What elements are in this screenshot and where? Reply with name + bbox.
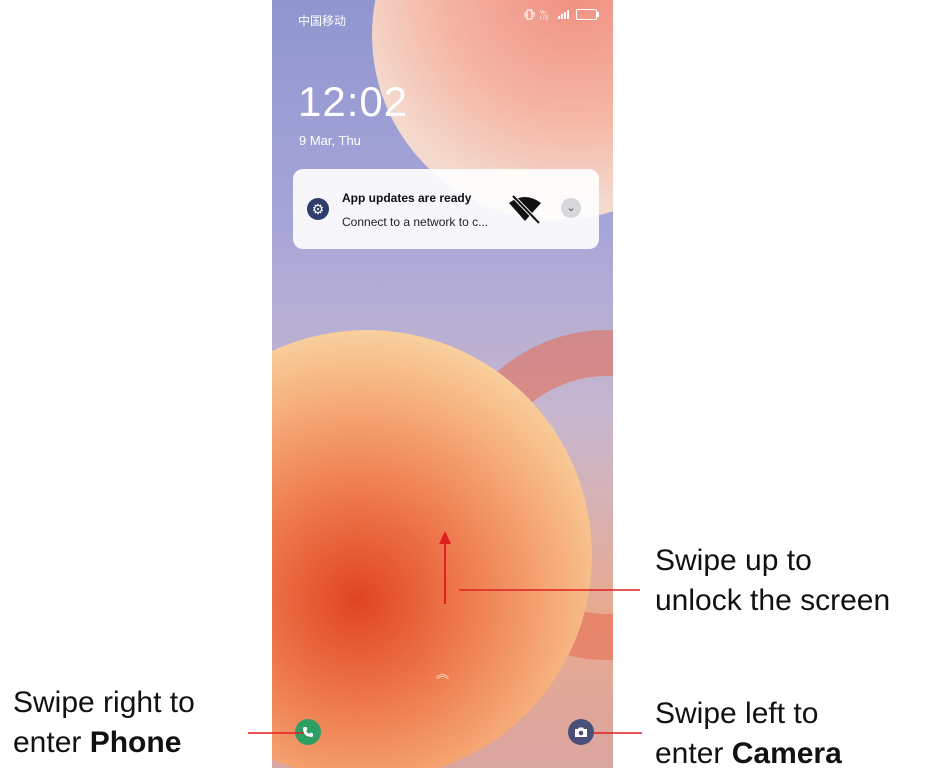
- callout-lines: [248, 531, 642, 734]
- phone-callout-line1: Swipe right to: [13, 686, 195, 719]
- camera-callout-line1: Swipe left to: [655, 697, 819, 730]
- unlock-callout-line2: unlock the screen: [655, 584, 891, 617]
- unlock-callout: Swipe up to unlock the screen: [655, 541, 890, 621]
- unlock-callout-line1: Swipe up to: [655, 544, 812, 577]
- phone-callout: Swipe right to enter Phone: [13, 683, 195, 763]
- phone-callout-prefix: enter: [13, 726, 90, 759]
- phone-callout-line2: enter Phone: [13, 723, 195, 763]
- camera-callout-prefix: enter: [655, 737, 732, 770]
- camera-callout-bold: Camera: [731, 737, 842, 770]
- camera-callout: Swipe left to enter Camera: [655, 694, 842, 774]
- phone-callout-bold: Phone: [89, 726, 182, 759]
- camera-callout-line2: enter Camera: [655, 734, 842, 774]
- swipe-up-arrow-head: [439, 531, 451, 544]
